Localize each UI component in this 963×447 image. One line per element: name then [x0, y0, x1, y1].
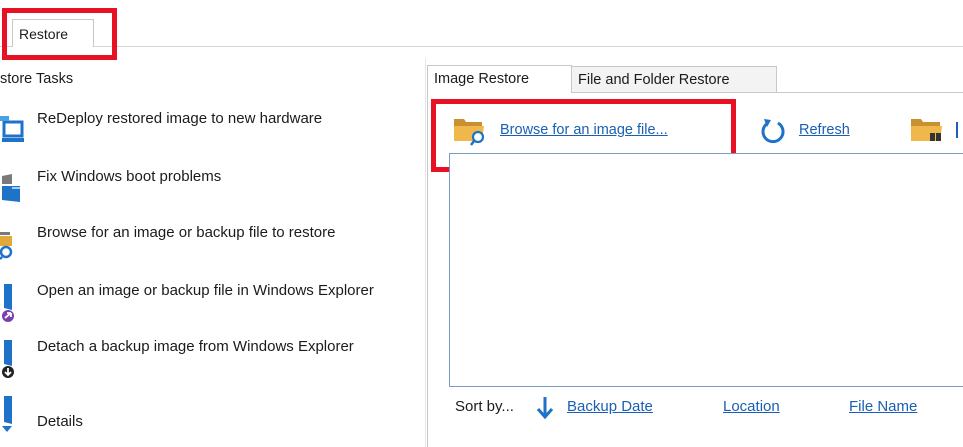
- task-redeploy[interactable]: ReDeploy restored image to new hardware: [0, 108, 415, 153]
- windows-boot-icon: [0, 172, 28, 204]
- sort-backup-date-link[interactable]: Backup Date: [567, 398, 653, 415]
- task-fix-boot[interactable]: Fix Windows boot problems: [0, 166, 415, 206]
- task-open-explorer-label: Open an image or backup file in Windows …: [37, 282, 374, 299]
- refresh-icon[interactable]: [759, 117, 787, 145]
- tab-image-restore-label: Image Restore: [434, 71, 530, 87]
- app-window: Restore store Tasks ReDeploy restored im…: [0, 0, 963, 447]
- restore-tasks-panel: store Tasks ReDeploy restored image to n…: [0, 58, 415, 447]
- panel-title: store Tasks: [0, 71, 74, 87]
- find-folder-icon[interactable]: [910, 114, 946, 146]
- task-details[interactable]: Details: [0, 394, 415, 439]
- browse-file-icon: [0, 226, 28, 260]
- detach-image-icon: [0, 338, 28, 378]
- image-file-list[interactable]: [449, 153, 963, 387]
- task-details-label: Details: [37, 413, 83, 430]
- sort-descending-icon[interactable]: [535, 396, 555, 420]
- task-detach-image[interactable]: Detach a backup image from Windows Explo…: [0, 336, 415, 381]
- tab-strip-divider: [0, 46, 963, 47]
- task-fix-boot-label: Fix Windows boot problems: [37, 168, 222, 185]
- open-explorer-icon: [0, 282, 28, 322]
- redeploy-icon: [0, 112, 28, 144]
- details-icon: [0, 394, 28, 432]
- highlight-box-restore-tab: [2, 8, 117, 60]
- sort-file-name-link[interactable]: File Name: [849, 398, 917, 415]
- task-open-explorer[interactable]: Open an image or backup file in Windows …: [0, 280, 415, 325]
- refresh-link[interactable]: Refresh: [799, 122, 850, 138]
- task-redeploy-label: ReDeploy restored image to new hardware: [37, 110, 323, 127]
- task-browse-restore-label: Browse for an image or backup file to re…: [37, 224, 336, 241]
- find-link-partial[interactable]: [955, 122, 963, 140]
- task-browse-restore[interactable]: Browse for an image or backup file to re…: [0, 222, 415, 267]
- task-detach-image-label: Detach a backup image from Windows Explo…: [37, 338, 354, 355]
- sort-by-label: Sort by...: [455, 398, 514, 415]
- tab-file-folder-restore[interactable]: File and Folder Restore: [571, 66, 777, 92]
- panel-separator: [425, 58, 426, 447]
- tab-image-restore[interactable]: Image Restore: [427, 65, 572, 93]
- sort-location-link[interactable]: Location: [723, 398, 780, 415]
- tab-file-folder-restore-label: File and Folder Restore: [578, 72, 730, 88]
- top-tab-strip: Restore: [0, 0, 963, 58]
